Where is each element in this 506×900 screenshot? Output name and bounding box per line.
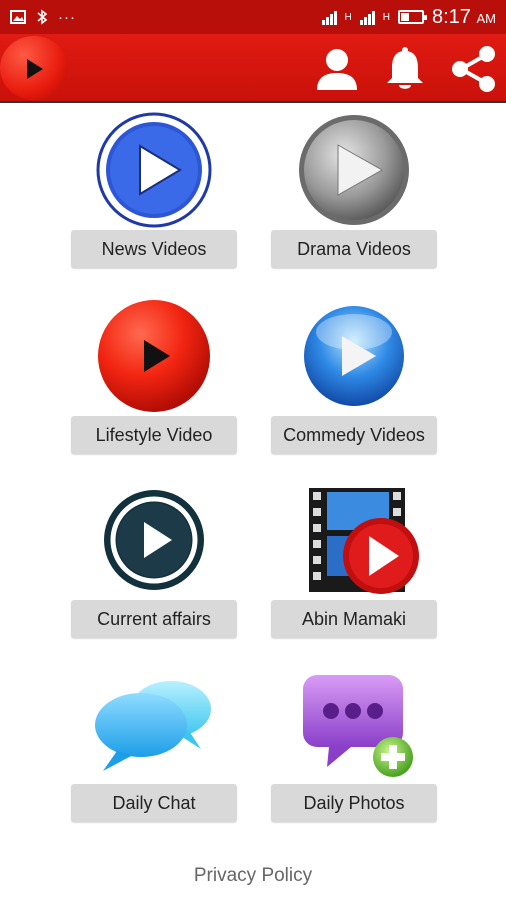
daily-photos-button[interactable]: Daily Photos — [271, 784, 437, 822]
blue-glossy-play-icon[interactable] — [271, 296, 437, 416]
drama-videos-button[interactable]: Drama Videos — [271, 230, 437, 268]
battery-icon — [398, 10, 427, 24]
play-circle-icon[interactable] — [0, 36, 68, 100]
grey-play-icon[interactable] — [271, 110, 437, 230]
more-notifications-icon: ··· — [58, 8, 76, 26]
abin-mamaki-button[interactable]: Abin Mamaki — [271, 600, 437, 638]
profile-icon[interactable] — [312, 44, 362, 94]
app-bar — [0, 34, 506, 103]
share-icon[interactable] — [448, 44, 498, 94]
blue-ring-play-icon[interactable] — [71, 110, 237, 230]
bell-icon[interactable] — [380, 44, 430, 94]
time-value: 8:17 — [432, 5, 471, 28]
status-right: H H 8:17 AM — [321, 6, 496, 29]
status-bar: ··· H H 8:17 AM — [0, 0, 506, 34]
network-type-1: H — [344, 11, 352, 23]
chat-bubbles-icon[interactable] — [71, 664, 237, 784]
purple-message-add-icon[interactable] — [271, 664, 437, 784]
status-left: ··· — [10, 9, 76, 26]
signal-icon-2 — [359, 9, 375, 25]
lifestyle-video-button[interactable]: Lifestyle Video — [71, 416, 237, 454]
current-affairs-button[interactable]: Current affairs — [71, 600, 237, 638]
status-time: 8:17 AM — [432, 6, 496, 29]
dark-ring-play-icon[interactable] — [71, 480, 237, 600]
news-videos-button[interactable]: News Videos — [71, 230, 237, 268]
red-play-icon[interactable] — [71, 296, 237, 416]
signal-icon — [321, 9, 337, 25]
commedy-videos-button[interactable]: Commedy Videos — [271, 416, 437, 454]
privacy-policy-link[interactable]: Privacy Policy — [0, 865, 506, 887]
film-play-icon[interactable] — [271, 480, 437, 600]
network-type-2: H — [382, 11, 390, 23]
daily-chat-button[interactable]: Daily Chat — [71, 784, 237, 822]
bluetooth-icon — [37, 9, 48, 25]
gallery-icon — [10, 10, 26, 24]
time-ampm: AM — [476, 10, 497, 26]
